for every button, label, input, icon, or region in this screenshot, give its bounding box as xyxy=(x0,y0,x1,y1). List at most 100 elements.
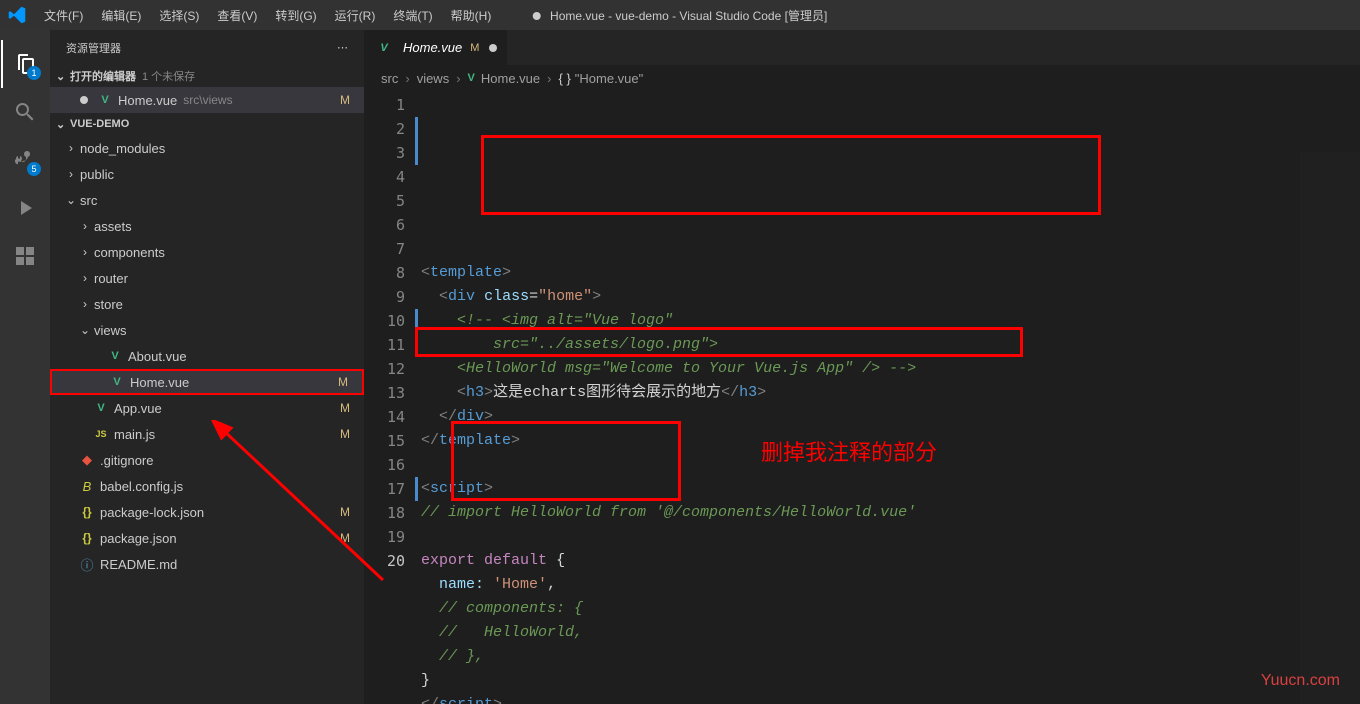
crumb[interactable]: "Home.vue" xyxy=(575,71,643,86)
folder-name: assets xyxy=(94,219,132,234)
file-item[interactable]: {}package-lock.jsonM xyxy=(50,499,364,525)
search-icon xyxy=(13,100,37,124)
vue-icon: V xyxy=(96,94,114,106)
file-item[interactable]: JSmain.jsM xyxy=(50,421,364,447)
file-name: babel.config.js xyxy=(100,479,183,494)
menu-terminal[interactable]: 终端(T) xyxy=(385,3,440,28)
menu-file[interactable]: 文件(F) xyxy=(36,3,91,28)
window-title-text: Home.vue - vue-demo - Visual Studio Code… xyxy=(550,9,827,23)
code-line[interactable]: // }, xyxy=(421,645,1360,669)
open-editor-item[interactable]: V Home.vue src\views M xyxy=(50,87,364,113)
info-icon: ⓘ xyxy=(78,555,96,574)
chevron-right-icon: › xyxy=(78,297,92,311)
open-editors-label: 打开的编辑器 xyxy=(70,68,136,84)
chevron-down-icon: ⌄ xyxy=(56,118,70,131)
open-editors-header[interactable]: ⌄ 打开的编辑器 1 个未保存 xyxy=(50,65,364,87)
code-line[interactable]: // components: { xyxy=(421,597,1360,621)
dirty-icon xyxy=(80,96,88,104)
chevron-right-icon: › xyxy=(78,219,92,233)
code-line[interactable]: <!-- <img alt="Vue logo" xyxy=(421,309,1360,333)
code-line[interactable]: <script> xyxy=(421,477,1360,501)
explorer-badge: 1 xyxy=(27,66,41,80)
folder-item[interactable]: ⌄src xyxy=(50,187,364,213)
more-icon[interactable]: ⋯ xyxy=(337,41,348,54)
code-content[interactable]: 删掉我注释的部分 <template> <div class="home"> <… xyxy=(421,91,1360,704)
extensions-icon xyxy=(13,244,37,268)
file-item[interactable]: VHome.vueM xyxy=(50,369,364,395)
sidebar-header: 资源管理器 ⋯ xyxy=(50,30,364,65)
menu-run[interactable]: 运行(R) xyxy=(327,3,384,28)
folder-name: store xyxy=(94,297,123,312)
editor-tabs: V Home.vue M xyxy=(365,30,1360,65)
project-name: VUE-DEMO xyxy=(70,118,129,130)
folder-item[interactable]: ›components xyxy=(50,239,364,265)
breadcrumbs[interactable]: src › views › V Home.vue › { } "Home.vue… xyxy=(365,65,1360,91)
code-line[interactable]: <div class="home"> xyxy=(421,285,1360,309)
activity-debug[interactable] xyxy=(1,184,49,232)
code-line[interactable]: name: 'Home', xyxy=(421,573,1360,597)
tab-home-vue[interactable]: V Home.vue M xyxy=(365,30,508,65)
babel-icon: B xyxy=(78,479,96,494)
activity-bar: 1 5 xyxy=(0,30,50,704)
code-line[interactable]: src="../assets/logo.png"> xyxy=(421,333,1360,357)
folder-item[interactable]: ›router xyxy=(50,265,364,291)
file-name: package.json xyxy=(100,531,177,546)
menu-bar: 文件(F) 编辑(E) 选择(S) 查看(V) 转到(G) 运行(R) 终端(T… xyxy=(36,3,499,28)
menu-edit[interactable]: 编辑(E) xyxy=(93,3,149,28)
vue-icon: V xyxy=(468,72,475,84)
sidebar-title: 资源管理器 xyxy=(66,40,121,56)
code-line[interactable]: } xyxy=(421,669,1360,693)
dirty-indicator-icon xyxy=(533,12,541,20)
code-line[interactable]: export default { xyxy=(421,549,1360,573)
code-line[interactable] xyxy=(421,525,1360,549)
activity-search[interactable] xyxy=(1,88,49,136)
code-line[interactable]: <template> xyxy=(421,261,1360,285)
code-line[interactable]: // HelloWorld, xyxy=(421,621,1360,645)
folder-name: views xyxy=(94,323,127,338)
sidebar: 资源管理器 ⋯ ⌄ 打开的编辑器 1 个未保存 V Home.vue src\v… xyxy=(50,30,365,704)
code-line[interactable]: <h3>这是echarts图形待会展示的地方</h3> xyxy=(421,381,1360,405)
folder-item[interactable]: ›store xyxy=(50,291,364,317)
git-status: M xyxy=(340,531,350,545)
activity-extensions[interactable] xyxy=(1,232,49,280)
file-item[interactable]: V About.vue xyxy=(50,343,364,369)
file-item[interactable]: Bbabel.config.js xyxy=(50,473,364,499)
minimap[interactable] xyxy=(1300,152,1360,704)
menu-select[interactable]: 选择(S) xyxy=(151,3,207,28)
code-editor[interactable]: 1234567891011121314151617181920 删掉我注释的部分… xyxy=(365,91,1360,704)
folder-item[interactable]: ›assets xyxy=(50,213,364,239)
crumb[interactable]: views xyxy=(417,71,450,86)
folder-item[interactable]: ›public xyxy=(50,161,364,187)
file-item[interactable]: VApp.vueM xyxy=(50,395,364,421)
project-header[interactable]: ⌄ VUE-DEMO xyxy=(50,113,364,135)
code-line[interactable]: <HelloWorld msg="Welcome to Your Vue.js … xyxy=(421,357,1360,381)
git-icon: ◆ xyxy=(78,452,96,468)
code-line[interactable]: // import HelloWorld from '@/components/… xyxy=(421,501,1360,525)
file-name: About.vue xyxy=(128,349,187,364)
chevron-right-icon: › xyxy=(78,245,92,259)
activity-explorer[interactable]: 1 xyxy=(1,40,49,88)
menu-goto[interactable]: 转到(G) xyxy=(267,3,324,28)
file-item[interactable]: {}package.jsonM xyxy=(50,525,364,551)
folder-name: router xyxy=(94,271,128,286)
file-item[interactable]: ⓘREADME.md xyxy=(50,551,364,577)
tab-status: M xyxy=(470,42,479,54)
chevron-right-icon: › xyxy=(547,71,551,86)
debug-icon xyxy=(13,196,37,220)
crumb[interactable]: src xyxy=(381,71,398,86)
dirty-icon xyxy=(489,44,497,52)
vue-icon: V xyxy=(106,350,124,362)
code-line[interactable]: </script> xyxy=(421,693,1360,704)
folder-item[interactable]: ⌄views xyxy=(50,317,364,343)
activity-scm[interactable]: 5 xyxy=(1,136,49,184)
menu-help[interactable]: 帮助(H) xyxy=(443,3,500,28)
menu-view[interactable]: 查看(V) xyxy=(209,3,265,28)
folder-item[interactable]: ›node_modules xyxy=(50,135,364,161)
file-item[interactable]: ◆.gitignore xyxy=(50,447,364,473)
code-line[interactable]: </div> xyxy=(421,405,1360,429)
file-name: package-lock.json xyxy=(100,505,204,520)
json-icon: { } xyxy=(558,71,570,86)
json-icon: {} xyxy=(78,505,96,519)
open-editor-name: Home.vue xyxy=(118,93,177,108)
crumb[interactable]: Home.vue xyxy=(481,71,540,86)
